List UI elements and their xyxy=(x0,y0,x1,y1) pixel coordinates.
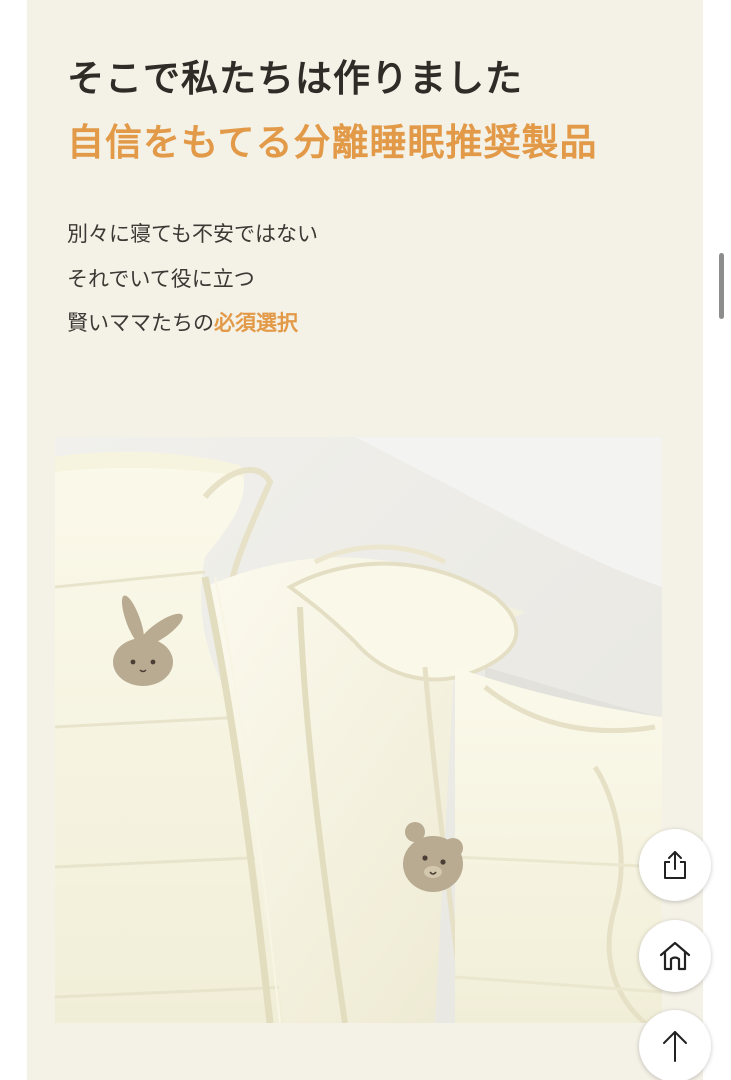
body-line-3-accent: 必須選択 xyxy=(214,311,298,335)
page-title: そこで私たちは作りました xyxy=(67,57,523,100)
home-button[interactable] xyxy=(639,920,711,992)
page-subtitle: 自信をもてる分離睡眠推奨製品 xyxy=(67,121,598,164)
share-icon xyxy=(664,851,686,879)
arrow-up-icon xyxy=(663,1031,687,1062)
product-photo xyxy=(55,437,662,1023)
share-button[interactable] xyxy=(639,829,711,901)
back-to-top-button[interactable] xyxy=(639,1010,711,1080)
home-icon xyxy=(659,941,691,971)
body-line-2: それでいて役に立つ xyxy=(67,267,255,291)
page: そこで私たちは作りました 自信をもてる分離睡眠推奨製品 別々に寝ても不安ではない… xyxy=(0,0,731,1080)
body-line-3-text: 賢いママたちの xyxy=(67,311,214,335)
sleep-vest-illustration xyxy=(55,437,662,1023)
body-line-1: 別々に寝ても不安ではない xyxy=(67,222,318,246)
scrollbar-thumb[interactable] xyxy=(719,253,724,319)
body-line-3: 賢いママたちの必須選択 xyxy=(67,307,298,337)
